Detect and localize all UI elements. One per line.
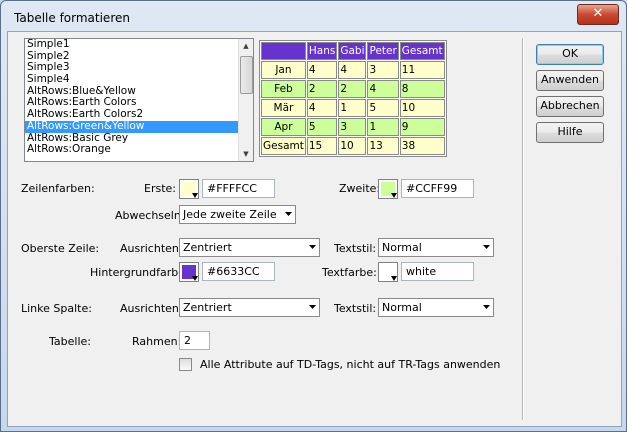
second-color-picker[interactable]: [378, 179, 398, 199]
left-column-align-label: Ausrichten:: [120, 302, 183, 315]
scroll-up-icon[interactable]: ▲: [239, 39, 253, 53]
list-scrollbar[interactable]: ▲ ▼: [238, 39, 253, 161]
preview-header-cell: [261, 42, 306, 60]
top-row-textcolor-picker[interactable]: [378, 262, 398, 282]
preview-header-cell: Hans: [306, 42, 338, 60]
list-item[interactable]: Simple1: [25, 39, 253, 51]
preview-cell: Apr: [261, 118, 306, 136]
apply-td-checkbox[interactable]: [179, 358, 192, 371]
second-color-label: Zweite:: [339, 182, 381, 195]
first-color-picker[interactable]: [179, 179, 199, 199]
top-row-textcolor-input[interactable]: white: [401, 262, 474, 281]
preview-cell: Mär: [261, 99, 306, 117]
preview-header-cell: Gabi: [338, 42, 367, 60]
alternate-select[interactable]: Jede zweite Zeile: [179, 205, 296, 224]
chevron-down-icon: [483, 245, 490, 249]
table-label: Tabelle:: [49, 335, 91, 348]
close-button[interactable]: ✕: [577, 4, 619, 25]
table-row: Apr 5 3 1 9: [261, 118, 445, 136]
preview-cell: 4: [338, 61, 367, 79]
preview-header-cell: Gesamt: [399, 42, 445, 60]
list-item[interactable]: AltRows:Green&Yellow: [25, 120, 253, 133]
top-row-bg-picker[interactable]: [179, 262, 199, 282]
preview-cell: Jan: [261, 61, 306, 79]
scroll-down-icon[interactable]: ▼: [239, 147, 253, 161]
left-column-align-select[interactable]: Zentriert: [179, 298, 320, 317]
top-row-textstyle-select[interactable]: Normal: [378, 238, 494, 257]
border-label: Rahmen:: [132, 335, 182, 348]
preview-cell: 10: [399, 99, 445, 117]
scroll-thumb[interactable]: [240, 56, 253, 94]
alternate-value: Jede zweite Zeile: [183, 208, 277, 221]
ok-button[interactable]: OK: [536, 44, 604, 65]
preview-cell: 4: [306, 99, 338, 117]
table-row: Feb 2 2 4 8: [261, 80, 445, 98]
row-colors-label: Zeilenfarben:: [21, 182, 95, 195]
table-row: Jan 4 4 3 11: [261, 61, 445, 79]
preview-cell: 13: [367, 137, 399, 155]
preview-cell: 5: [306, 118, 338, 136]
chevron-down-icon: [309, 305, 316, 309]
dialog-content: Simple1 Simple2 Simple3 Simple4 AltRows:Blue…: [7, 31, 622, 427]
first-color-input[interactable]: #FFFFCC: [202, 179, 275, 198]
top-row-textcolor-label: Textfarbe:: [322, 266, 377, 279]
separator: [522, 38, 524, 420]
preview-cell: 1: [338, 99, 367, 117]
list-item[interactable]: AltRows:Orange: [25, 143, 253, 156]
apply-td-label: Alle Attribute auf TD-Tags, nicht auf TR…: [200, 358, 501, 371]
list-items: Simple1 Simple2 Simple3 Simple4 AltRows:Blue…: [25, 39, 253, 156]
preview-cell: 4: [367, 80, 399, 98]
table-style-list[interactable]: Simple1 Simple2 Simple3 Simple4 AltRows:Blue…: [24, 38, 254, 162]
preview-cell: 4: [306, 61, 338, 79]
list-item[interactable]: Simple4: [25, 73, 253, 86]
preview-cell: 2: [338, 80, 367, 98]
preview-cell: 5: [367, 99, 399, 117]
table-preview: Hans Gabi Peter Gesamt Jan 4 4 3 11 Feb 2 2 4 8 Mär 4 1 5…: [259, 40, 447, 157]
help-button[interactable]: Hilfe: [536, 122, 604, 143]
alternate-label: Abwechseln:: [115, 209, 185, 222]
preview-cell: Feb: [261, 80, 306, 98]
preview-cell: 2: [306, 80, 338, 98]
preview-cell: 11: [399, 61, 445, 79]
top-row-bg-label: Hintergrundfarbe:: [90, 266, 189, 279]
cancel-button[interactable]: Abbrechen: [536, 96, 604, 117]
border-input[interactable]: 2: [179, 331, 210, 350]
preview-cell: 3: [338, 118, 367, 136]
top-row-label: Oberste Zeile:: [21, 242, 100, 255]
preview-cell: 15: [306, 137, 338, 155]
chevron-down-icon: [309, 245, 316, 249]
second-color-input[interactable]: #CCFF99: [401, 179, 474, 198]
preview-cell: 3: [367, 61, 399, 79]
top-row-align-label: Ausrichten:: [120, 242, 183, 255]
close-icon: ✕: [592, 6, 604, 21]
first-color-label: Erste:: [144, 182, 176, 195]
apply-button[interactable]: Anwenden: [536, 70, 604, 91]
top-row-bg-input[interactable]: #6633CC: [202, 262, 275, 281]
table-row: Gesamt 15 10 13 38: [261, 137, 445, 155]
left-column-textstyle-select[interactable]: Normal: [378, 298, 494, 317]
preview-cell: 38: [399, 137, 445, 155]
left-column-textstyle-label: Textstil:: [334, 302, 377, 315]
table-row: Mär 4 1 5 10: [261, 99, 445, 117]
preview-cell: 1: [367, 118, 399, 136]
left-column-align-value: Zentriert: [183, 301, 232, 314]
preview-cell: Gesamt: [261, 137, 306, 155]
top-row-textstyle-value: Normal: [382, 241, 422, 254]
window-title: Tabelle formatieren: [14, 11, 130, 25]
dialog-window: Tabelle formatieren ✕ Simple1 Simple2 Simp…: [0, 0, 627, 432]
preview-cell: 8: [399, 80, 445, 98]
top-row-textstyle-label: Textstil:: [334, 242, 377, 255]
left-column-textstyle-value: Normal: [382, 301, 422, 314]
chevron-down-icon: [483, 305, 490, 309]
preview-header-cell: Peter: [367, 42, 399, 60]
top-row-align-select[interactable]: Zentriert: [179, 238, 320, 257]
top-row-align-value: Zentriert: [183, 241, 232, 254]
preview-cell: 10: [338, 137, 367, 155]
left-column-label: Linke Spalte:: [21, 302, 92, 315]
preview-cell: 9: [399, 118, 445, 136]
title-bar[interactable]: Tabelle formatieren ✕: [1, 1, 626, 33]
chevron-down-icon: [285, 212, 292, 216]
